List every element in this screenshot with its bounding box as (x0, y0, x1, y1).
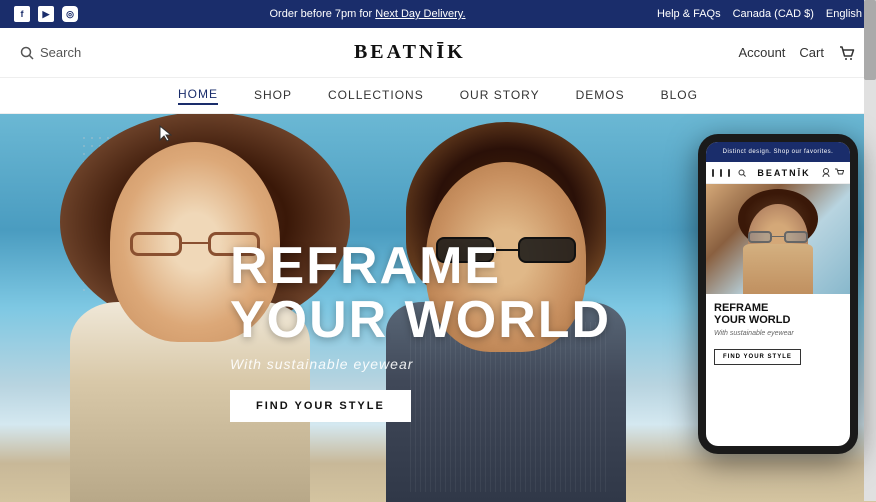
nav-item-blog[interactable]: BLOG (661, 88, 698, 104)
hero-subtext: With sustainable eyewear (230, 356, 611, 372)
scrollbar-thumb[interactable] (864, 0, 876, 80)
phone-hero-image (706, 184, 850, 294)
phone-menu-icon (712, 169, 714, 177)
delivery-link[interactable]: Next Day Delivery. (375, 8, 465, 20)
phone-cta-button[interactable]: FIND YOUR STYLE (714, 349, 801, 365)
nav-item-shop[interactable]: SHOP (254, 88, 292, 104)
instagram-icon[interactable]: ◎ (62, 6, 78, 22)
hero-headline: REFRAME YOUR WORLD (230, 239, 611, 348)
nav-item-our-story[interactable]: OUR STORY (460, 88, 540, 104)
phone-content: REFRAME YOUR WORLD With sustainable eyew… (706, 294, 850, 446)
search-icon (20, 46, 34, 60)
phone-search-icon (738, 169, 746, 177)
hero-text-block: REFRAME YOUR WORLD With sustainable eyew… (230, 239, 611, 422)
region-selector[interactable]: Canada (CAD $) (733, 8, 814, 20)
cart-icon[interactable] (838, 44, 856, 62)
nav-item-demos[interactable]: DEMOS (576, 88, 625, 104)
hero-section: REFRAME YOUR WORLD With sustainable eyew… (0, 114, 876, 502)
scrollbar[interactable] (864, 0, 876, 501)
phone-action-icons (822, 168, 844, 178)
phone-announcement: Distinct design. Shop our favorites. (706, 142, 850, 162)
phone-screen: Distinct design. Shop our favorites. BEA… (706, 142, 850, 446)
announcement-text: Order before 7pm for Next Day Delivery. (78, 8, 657, 20)
site-logo[interactable]: BEATNĪK (354, 41, 466, 64)
top-bar-right: Help & FAQs Canada (CAD $) English (657, 8, 862, 20)
phone-subtext: With sustainable eyewear (714, 330, 842, 337)
nav-item-collections[interactable]: COLLECTIONS (328, 88, 424, 104)
facebook-icon[interactable]: f (14, 6, 30, 22)
phone-logo: BEATNĪK (757, 168, 810, 178)
main-nav: HOME SHOP COLLECTIONS OUR STORY DEMOS BL… (0, 78, 876, 114)
search-label[interactable]: Search (40, 45, 81, 60)
cart-link[interactable]: Cart (799, 45, 824, 60)
nav-item-home[interactable]: HOME (178, 87, 218, 105)
youtube-icon[interactable]: ▶ (38, 6, 54, 22)
header-actions: Account Cart (738, 44, 856, 62)
search-area[interactable]: Search (20, 45, 81, 60)
phone-person (728, 189, 828, 294)
phone-mockup: Distinct design. Shop our favorites. BEA… (698, 134, 858, 454)
cursor (158, 124, 172, 147)
phone-headline: REFRAME YOUR WORLD (714, 302, 842, 326)
phone-nav: BEATNĪK (706, 162, 850, 184)
account-link[interactable]: Account (738, 45, 785, 60)
phone-account-icon (822, 168, 830, 178)
header: Search BEATNĪK Account Cart (0, 28, 876, 78)
phone-nav-icons (712, 169, 746, 177)
hero-cta-button[interactable]: FIND YOUR STYLE (230, 390, 411, 422)
help-link[interactable]: Help & FAQs (657, 8, 721, 20)
social-icons-group: f ▶ ◎ (14, 6, 78, 22)
phone-cart-icon (834, 168, 844, 178)
announcement-bar: f ▶ ◎ Order before 7pm for Next Day Deli… (0, 0, 876, 28)
language-selector[interactable]: English (826, 8, 862, 20)
